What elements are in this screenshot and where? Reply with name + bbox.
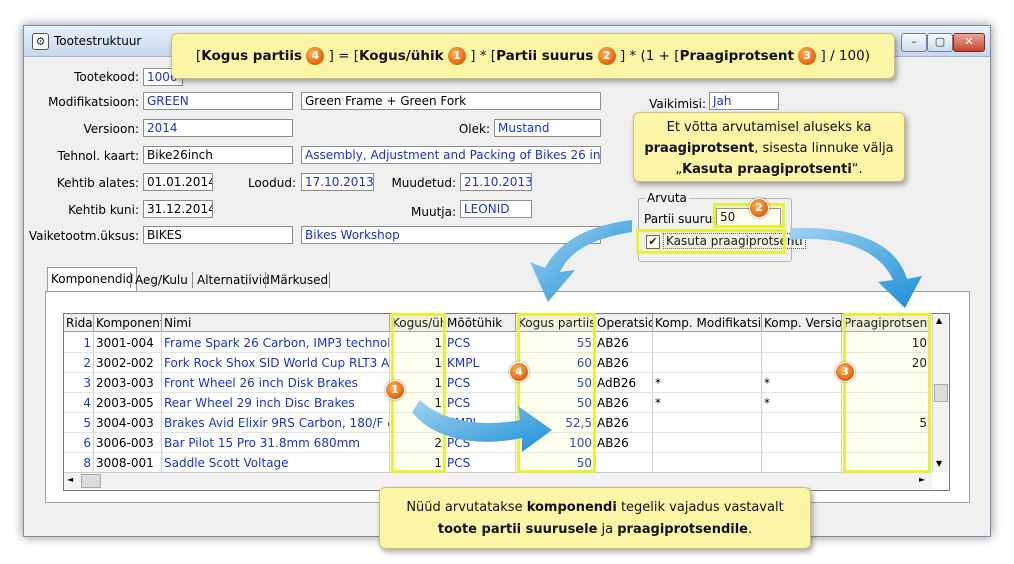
formula-badge-4: 4 [306,47,325,65]
hint-line-1: Et võtta arvutamisel aluseks ka [666,120,872,135]
result-hint-callout: Nüüd arvutatakse komponendi tegelik vaja… [379,487,811,549]
badge-3-praagiprotsent: 3 [835,362,855,382]
formula-callout: [Kogus partiis 4 ] = [Kogus/ühik 1 ] * [… [171,33,895,79]
badge-1-kogus-uhik: 1 [385,380,405,400]
arrow-to-praagiprotsent [790,227,922,308]
badge-2-partii-suurus: 2 [749,198,769,218]
annotation-arrows [412,220,922,452]
arrow-to-kogus-partiis [530,220,632,302]
badge-4-kogus-partiis: 4 [509,362,529,382]
arrow-kogus-to-partiis [412,400,552,452]
formula-badge-1: 1 [447,47,466,65]
praagiprotsent-hint-callout: Et võtta arvutamisel aluseks ka praagipr… [633,112,905,182]
formula-badge-2: 2 [597,47,616,65]
formula-badge-3: 3 [798,47,817,65]
